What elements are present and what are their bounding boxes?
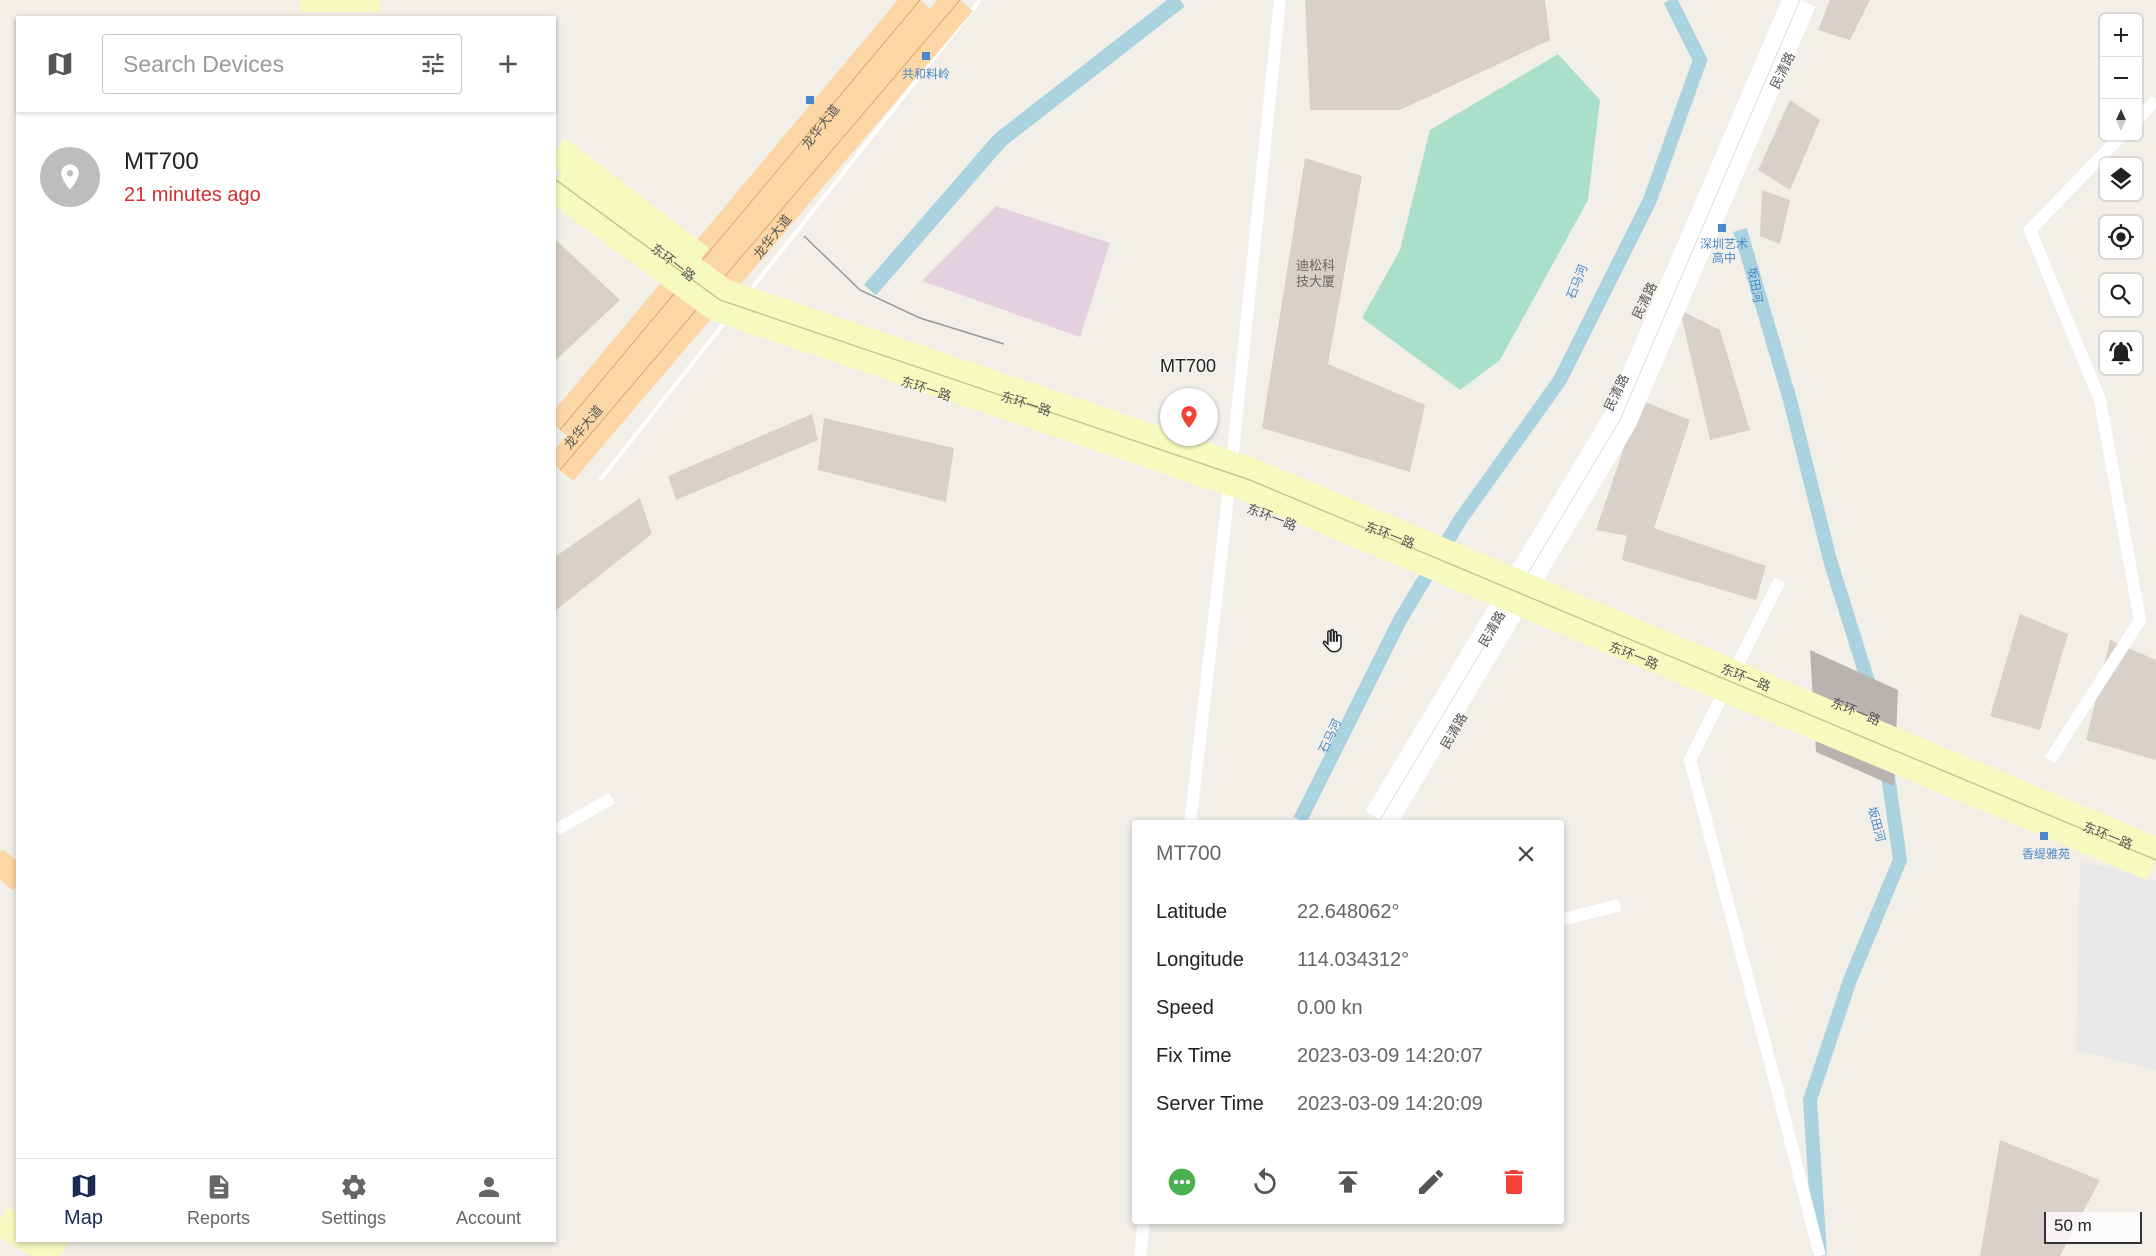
add-device-button[interactable] [484, 40, 532, 88]
layers-control [2100, 158, 2142, 200]
row-key: Speed [1156, 996, 1214, 1019]
edit-button[interactable] [1403, 1154, 1459, 1210]
grab-cursor-icon [1316, 626, 1346, 661]
popup-row-latitude: Latitude 22.648062° [1156, 888, 1540, 936]
popup-row-server-time: Server Time 2023-03-09 14:20:09 [1156, 1080, 1540, 1128]
trash-icon [1505, 1170, 1524, 1194]
map-icon [48, 52, 72, 76]
popup-row-speed: Speed 0.00 kn [1156, 984, 1540, 1032]
row-key: Server Time [1156, 1092, 1264, 1115]
row-value: 2023-03-09 14:20:09 [1297, 1092, 1483, 1115]
gear-icon [341, 1175, 366, 1199]
row-key: Fix Time [1156, 1044, 1232, 1067]
nav-account-label: Account [455, 1208, 522, 1228]
bottom-navigation: Map Reports Settings Account [16, 1158, 556, 1242]
sidebar-header [16, 16, 556, 112]
popup-close-button[interactable] [1508, 836, 1544, 872]
marker-label: MT700 [1160, 356, 1217, 376]
plus-icon [499, 55, 517, 73]
row-value: 22.648062° [1297, 900, 1400, 923]
replay-button[interactable] [1237, 1154, 1293, 1210]
zoom-controls [2100, 14, 2142, 140]
send-command-button[interactable] [1320, 1154, 1376, 1210]
notifications-button[interactable] [2100, 332, 2142, 374]
device-text: MT700 21 minutes ago [124, 148, 261, 207]
device-list-item[interactable]: MT700 21 minutes ago [16, 132, 556, 222]
search-control [2100, 274, 2142, 316]
svg-text:技大厦: 技大厦 [1296, 275, 1335, 290]
row-value: 114.034312° [1297, 948, 1410, 971]
nav-map[interactable]: Map [16, 1159, 151, 1242]
row-value: 0.00 kn [1297, 996, 1363, 1019]
location-pin-icon [1181, 406, 1197, 428]
device-list: MT700 21 minutes ago [16, 112, 556, 1158]
publish-icon [1338, 1171, 1358, 1193]
search-input[interactable] [123, 50, 419, 78]
row-value: 2023-03-09 14:20:07 [1297, 1044, 1483, 1067]
compass-icon [2116, 108, 2126, 131]
popup-row-fix-time: Fix Time 2023-03-09 14:20:07 [1156, 1032, 1540, 1080]
device-name: MT700 [124, 147, 199, 175]
pencil-icon [1419, 1169, 1444, 1194]
map-search-button[interactable] [2100, 274, 2142, 316]
more-button[interactable] [1154, 1154, 1210, 1210]
layers-button[interactable] [2100, 158, 2142, 200]
tune-icon [422, 53, 444, 75]
popup-header: MT700 [1132, 820, 1564, 888]
svg-text:深圳艺术: 深圳艺术 [1700, 237, 1748, 251]
zoom-out-button[interactable] [2100, 56, 2142, 98]
locate-button[interactable] [2100, 216, 2142, 258]
popup-rows: Latitude 22.648062° Longitude 114.034312… [1132, 888, 1564, 1128]
row-key: Longitude [1156, 948, 1244, 971]
device-avatar [40, 147, 100, 207]
svg-text:高中: 高中 [1712, 250, 1736, 265]
close-icon [1518, 846, 1534, 862]
notifications-control [2100, 332, 2142, 374]
delete-button[interactable] [1486, 1154, 1542, 1210]
nav-settings[interactable]: Settings [286, 1159, 421, 1242]
map-toggle-button[interactable] [36, 40, 84, 88]
person-icon [478, 1177, 499, 1197]
device-status: 21 minutes ago [124, 183, 261, 206]
bell-alert-icon [2109, 341, 2133, 365]
popup-actions [1132, 1154, 1564, 1210]
sidebar: MT700 21 minutes ago Map Reports Setting… [16, 16, 556, 1242]
map-icon [72, 1174, 95, 1198]
nav-reports[interactable]: Reports [151, 1159, 286, 1242]
nav-map-label: Map [64, 1207, 103, 1229]
search-icon [2110, 284, 2131, 305]
row-key: Latitude [1156, 900, 1228, 923]
svg-text:共和料岭: 共和料岭 [902, 67, 950, 81]
svg-text:香缇雅苑: 香缇雅苑 [2022, 846, 2070, 861]
zoom-in-button[interactable] [2100, 14, 2142, 56]
nav-reports-label: Reports [186, 1208, 251, 1228]
filter-button[interactable] [419, 50, 447, 78]
location-pin-icon [61, 164, 79, 190]
popup-row-longitude: Longitude 114.034312° [1156, 936, 1540, 984]
search-box [102, 34, 462, 94]
crosshair-icon [2108, 224, 2134, 250]
compass-button[interactable] [2100, 98, 2142, 140]
svg-text:迪松科: 迪松科 [1296, 259, 1335, 274]
map-scale: 50 m [2044, 1212, 2142, 1244]
plus-icon [2114, 28, 2128, 42]
device-marker[interactable] [1160, 388, 1218, 446]
description-icon [209, 1175, 228, 1199]
nav-settings-label: Settings [320, 1208, 387, 1228]
popup-title: MT700 [1156, 842, 1222, 865]
replay-icon [1254, 1167, 1276, 1194]
nav-account[interactable]: Account [421, 1159, 556, 1242]
locate-control [2100, 216, 2142, 258]
minus-icon [2114, 76, 2128, 79]
device-popup: MT700 Latitude 22.648062° Longitude 114.… [1132, 820, 1564, 1224]
layers-icon [2110, 167, 2132, 190]
more-horizontal-icon [1168, 1168, 1195, 1196]
